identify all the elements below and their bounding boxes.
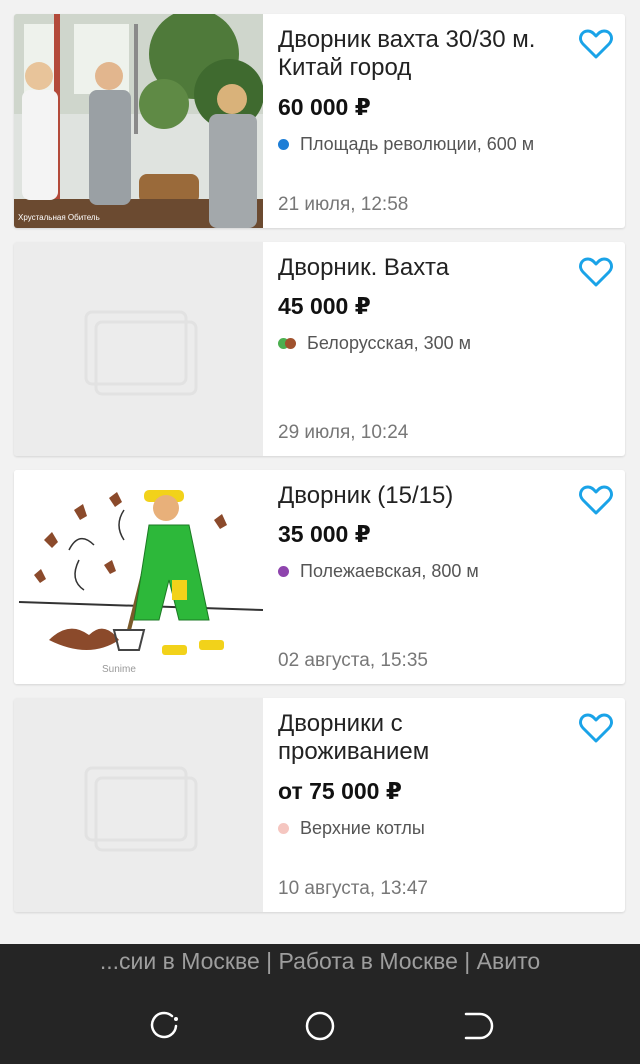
listing-info: Дворник (15/15) 35 000 ₽ Полежаевская, 8… [278,470,625,684]
listing-card[interactable]: Дворник. Вахта 45 000 ₽ Белорусская, 300… [14,242,625,456]
listing-title[interactable]: Дворник вахта 30/30 м. Китай город [278,26,558,82]
listing-title[interactable]: Дворник (15/15) [278,482,558,510]
illustration-watermark: Sunime [102,664,136,675]
photo-watermark: Хрустальная Обитель [18,213,100,222]
listing-price: 60 000 ₽ [278,94,371,120]
listing-date: 02 августа, 15:35 [278,650,428,671]
listing-date: 29 июля, 10:24 [278,422,409,443]
metro-label: Верхние котлы [300,818,425,838]
metro-station: Верхние котлы [278,818,425,839]
listing-photo[interactable]: Хрустальная Обитель [14,14,263,228]
listing-card[interactable]: Sunime Дворник (15/15) 35 000 ₽ Полежаев… [14,470,625,684]
recent-apps-icon[interactable] [144,1006,184,1046]
favorite-heart-icon[interactable] [579,484,613,516]
listing-photo-placeholder[interactable] [14,698,263,912]
listing-info: Дворник вахта 30/30 м. Китай город 60 00… [278,14,625,228]
listing-photo-placeholder[interactable] [14,242,263,456]
listing-info: Дворник. Вахта 45 000 ₽ Белорусская, 300… [278,242,625,456]
metro-label: Площадь революции, 600 м [300,134,535,154]
favorite-heart-icon[interactable] [579,256,613,288]
metro-station: Полежаевская, 800 м [278,561,479,582]
listing-photo[interactable]: Sunime [14,470,263,684]
listing-price: 45 000 ₽ [278,293,371,319]
listing-card[interactable]: Дворники с проживанием от 75 000 ₽ Верхн… [14,698,625,912]
back-icon[interactable] [456,1006,496,1046]
listing-date: 21 июля, 12:58 [278,194,409,215]
listing-date: 10 августа, 13:47 [278,878,428,899]
favorite-heart-icon[interactable] [579,712,613,744]
page-title: ...сии в Москве | Работа в Москве | Авит… [99,948,541,974]
listing-title[interactable]: Дворники с проживанием [278,710,558,766]
listing-title[interactable]: Дворник. Вахта [278,254,558,282]
metro-label: Полежаевская, 800 м [300,561,479,581]
metro-label: Белорусская, 300 м [307,333,471,353]
metro-station: Площадь революции, 600 м [278,134,534,155]
metro-line-dot [278,566,289,577]
listing-price: от 75 000 ₽ [278,778,402,804]
listing-price: 35 000 ₽ [278,521,371,547]
metro-station: Белорусская, 300 м [278,333,471,354]
home-icon[interactable] [300,1006,340,1046]
listing-card[interactable]: Хрустальная Обитель Дворник вахта 30/30 … [14,14,625,228]
metro-line-dots [278,338,296,349]
metro-line-dot [278,139,289,150]
metro-line-dot [278,823,289,834]
system-navigation-bar: ...сии в Москве | Работа в Москве | Авит… [0,944,640,1064]
favorite-heart-icon[interactable] [579,28,613,60]
listing-info: Дворники с проживанием от 75 000 ₽ Верхн… [278,698,625,912]
